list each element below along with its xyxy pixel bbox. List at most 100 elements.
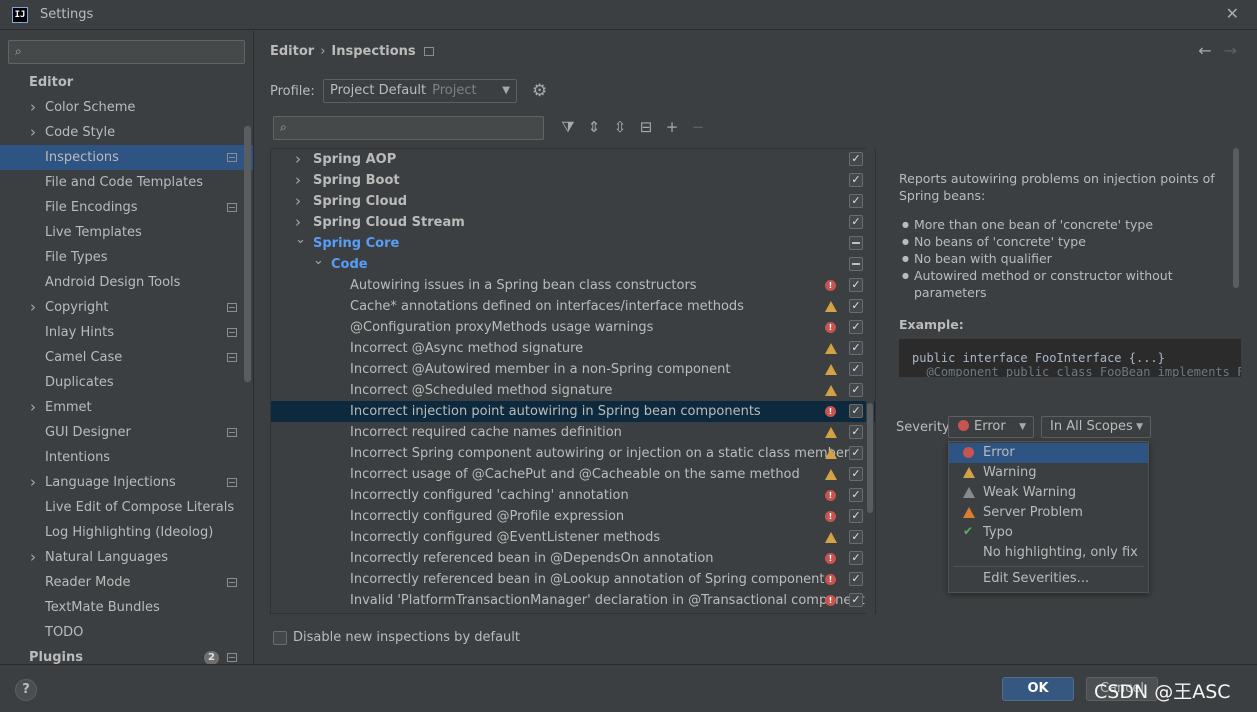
- inspection-row[interactable]: Incorrect @Scheduled method signature ✓: [271, 380, 875, 401]
- chevron-right-icon[interactable]: ›: [295, 191, 301, 212]
- inspection-checkbox[interactable]: ✓: [849, 572, 863, 586]
- severity-option-server-problem[interactable]: Server Problem: [949, 503, 1148, 523]
- inspection-row[interactable]: Invalid 'PlatformTransactionManager' dec…: [271, 590, 875, 611]
- severity-dropdown[interactable]: Error ▼: [948, 416, 1034, 438]
- inspection-checkbox[interactable]: ✓: [849, 425, 863, 439]
- sidebar-item-file-and-code-templates[interactable]: File and Code Templates: [0, 170, 253, 195]
- remove-icon[interactable]: −: [685, 118, 711, 136]
- breadcrumb-parent[interactable]: Editor: [270, 44, 314, 59]
- chevron-right-icon[interactable]: ›: [295, 170, 301, 191]
- inspection-group-row[interactable]: ⌄ Code: [271, 253, 875, 275]
- inspection-group-row[interactable]: › Spring AOP ✓: [271, 149, 875, 170]
- inspection-row[interactable]: Incorrect Spring component autowiring or…: [271, 443, 875, 464]
- chevron-right-icon[interactable]: ›: [30, 395, 36, 420]
- sidebar-item-camel-case[interactable]: Camel Case: [0, 345, 253, 370]
- sidebar-item-log-highlighting-ideolog[interactable]: Log Highlighting (Ideolog): [0, 520, 253, 545]
- gear-icon[interactable]: ⚙: [532, 81, 547, 101]
- inspection-checkbox[interactable]: ✓: [849, 299, 863, 313]
- checkbox-box[interactable]: [273, 631, 287, 645]
- inspection-checkbox[interactable]: ✓: [849, 593, 863, 607]
- filter-icon[interactable]: ⧩: [555, 118, 581, 136]
- add-icon[interactable]: +: [659, 118, 685, 136]
- forward-arrow-icon[interactable]: →: [1224, 41, 1237, 60]
- sidebar-item-emmet[interactable]: › Emmet: [0, 395, 253, 420]
- reset-icon[interactable]: ⊟: [633, 118, 659, 136]
- inspection-row[interactable]: Incorrectly configured @Profile expressi…: [271, 506, 875, 527]
- chevron-right-icon[interactable]: ›: [30, 120, 36, 145]
- severity-option-weak-warning[interactable]: Weak Warning: [949, 483, 1148, 503]
- inspection-checkbox[interactable]: ✓: [849, 509, 863, 523]
- inspection-row[interactable]: Incorrectly referenced bean in @DependsO…: [271, 548, 875, 569]
- sidebar-item-android-design-tools[interactable]: Android Design Tools: [0, 270, 253, 295]
- inspection-checkbox[interactable]: ✓: [849, 551, 863, 565]
- inspections-search-input[interactable]: ⌕: [273, 116, 544, 140]
- severity-option-edit-severities[interactable]: Edit Severities...: [949, 569, 1148, 589]
- severity-option-error[interactable]: Error: [949, 443, 1148, 463]
- inspection-row[interactable]: Incorrect injection point autowiring in …: [271, 401, 875, 422]
- severity-option-no-highlighting-only-fix[interactable]: No highlighting, only fix: [949, 543, 1148, 563]
- inspection-group-row[interactable]: ⌄ Spring Core: [271, 232, 875, 254]
- sidebar-item-inspections[interactable]: Inspections: [0, 145, 253, 170]
- inspection-group-row[interactable]: › Spring Boot ✓: [271, 170, 875, 191]
- inspection-row[interactable]: Incorrectly configured @EventListener me…: [271, 527, 875, 548]
- sidebar-item-todo[interactable]: TODO: [0, 620, 253, 645]
- sidebar-item-reader-mode[interactable]: Reader Mode: [0, 570, 253, 595]
- help-button[interactable]: ?: [15, 679, 37, 701]
- inspection-checkbox[interactable]: [849, 236, 863, 250]
- sidebar-item-duplicates[interactable]: Duplicates: [0, 370, 253, 395]
- inspection-checkbox[interactable]: ✓: [849, 320, 863, 334]
- inspection-checkbox[interactable]: ✓: [849, 467, 863, 481]
- severity-option-typo[interactable]: ✔ Typo: [949, 523, 1148, 543]
- sidebar-scrollbar[interactable]: [244, 126, 251, 382]
- inspection-checkbox[interactable]: ✓: [849, 173, 863, 187]
- sidebar-item-file-encodings[interactable]: File Encodings: [0, 195, 253, 220]
- inspection-checkbox[interactable]: ✓: [849, 530, 863, 544]
- inspection-checkbox[interactable]: ✓: [849, 404, 863, 418]
- chevron-down-icon[interactable]: ⌄: [295, 229, 306, 250]
- inspection-row[interactable]: Cache* annotations defined on interfaces…: [271, 296, 875, 317]
- inspection-row[interactable]: Incorrect usage of @CachePut and @Cachea…: [271, 464, 875, 485]
- inspection-row[interactable]: Incorrectly configured 'caching' annotat…: [271, 485, 875, 506]
- sidebar-search-input[interactable]: ⌕: [8, 40, 245, 64]
- sidebar-item-intentions[interactable]: Intentions: [0, 445, 253, 470]
- chevron-right-icon[interactable]: ›: [30, 545, 36, 570]
- severity-option-warning[interactable]: Warning: [949, 463, 1148, 483]
- sidebar-item-textmate-bundles[interactable]: TextMate Bundles: [0, 595, 253, 620]
- inspection-checkbox[interactable]: ✓: [849, 194, 863, 208]
- inspection-checkbox[interactable]: [849, 257, 863, 271]
- inspection-row[interactable]: Incorrect @Autowired member in a non-Spr…: [271, 359, 875, 380]
- inspection-row[interactable]: Autowiring issues in a Spring bean class…: [271, 275, 875, 296]
- inspection-row[interactable]: Incorrect required cache names definitio…: [271, 422, 875, 443]
- inspection-group-row[interactable]: › Spring Cloud Stream ✓: [271, 212, 875, 233]
- tree-scrollbar[interactable]: [866, 148, 874, 614]
- inspection-checkbox[interactable]: ✓: [849, 215, 863, 229]
- chevron-right-icon[interactable]: ›: [30, 95, 36, 120]
- inspection-group-row[interactable]: › Spring Cloud ✓: [271, 191, 875, 212]
- inspection-checkbox[interactable]: ✓: [849, 383, 863, 397]
- inspection-checkbox[interactable]: ✓: [849, 446, 863, 460]
- description-scrollbar[interactable]: [1233, 148, 1239, 288]
- scope-dropdown[interactable]: In All Scopes ▼: [1041, 416, 1151, 438]
- sidebar-item-editor[interactable]: Editor: [0, 70, 253, 95]
- tree-scrollbar-thumb[interactable]: [867, 403, 873, 513]
- inspection-checkbox[interactable]: ✓: [849, 152, 863, 166]
- chevron-down-icon[interactable]: ⌄: [313, 250, 324, 271]
- inspection-checkbox[interactable]: ✓: [849, 278, 863, 292]
- expand-all-icon[interactable]: ⇕: [581, 118, 607, 136]
- collapse-all-icon[interactable]: ⇳: [607, 118, 633, 136]
- sidebar-item-copyright[interactable]: › Copyright: [0, 295, 253, 320]
- profile-dropdown[interactable]: Project Default Project ▼: [323, 79, 517, 103]
- sidebar-item-gui-designer[interactable]: GUI Designer: [0, 420, 253, 445]
- inspection-checkbox[interactable]: ✓: [849, 341, 863, 355]
- sidebar-item-natural-languages[interactable]: › Natural Languages: [0, 545, 253, 570]
- chevron-right-icon[interactable]: ›: [30, 295, 36, 320]
- chevron-right-icon[interactable]: ›: [295, 149, 301, 170]
- sidebar-item-live-edit-of-compose-literals[interactable]: Live Edit of Compose Literals: [0, 495, 253, 520]
- sidebar-item-plugins[interactable]: Plugins 2: [0, 645, 253, 664]
- back-arrow-icon[interactable]: ←: [1198, 41, 1211, 60]
- close-icon[interactable]: ✕: [1226, 4, 1239, 23]
- sidebar-item-inlay-hints[interactable]: Inlay Hints: [0, 320, 253, 345]
- inspection-row[interactable]: @Configuration proxyMethods usage warnin…: [271, 317, 875, 338]
- sidebar-item-color-scheme[interactable]: › Color Scheme: [0, 95, 253, 120]
- sidebar-item-file-types[interactable]: File Types: [0, 245, 253, 270]
